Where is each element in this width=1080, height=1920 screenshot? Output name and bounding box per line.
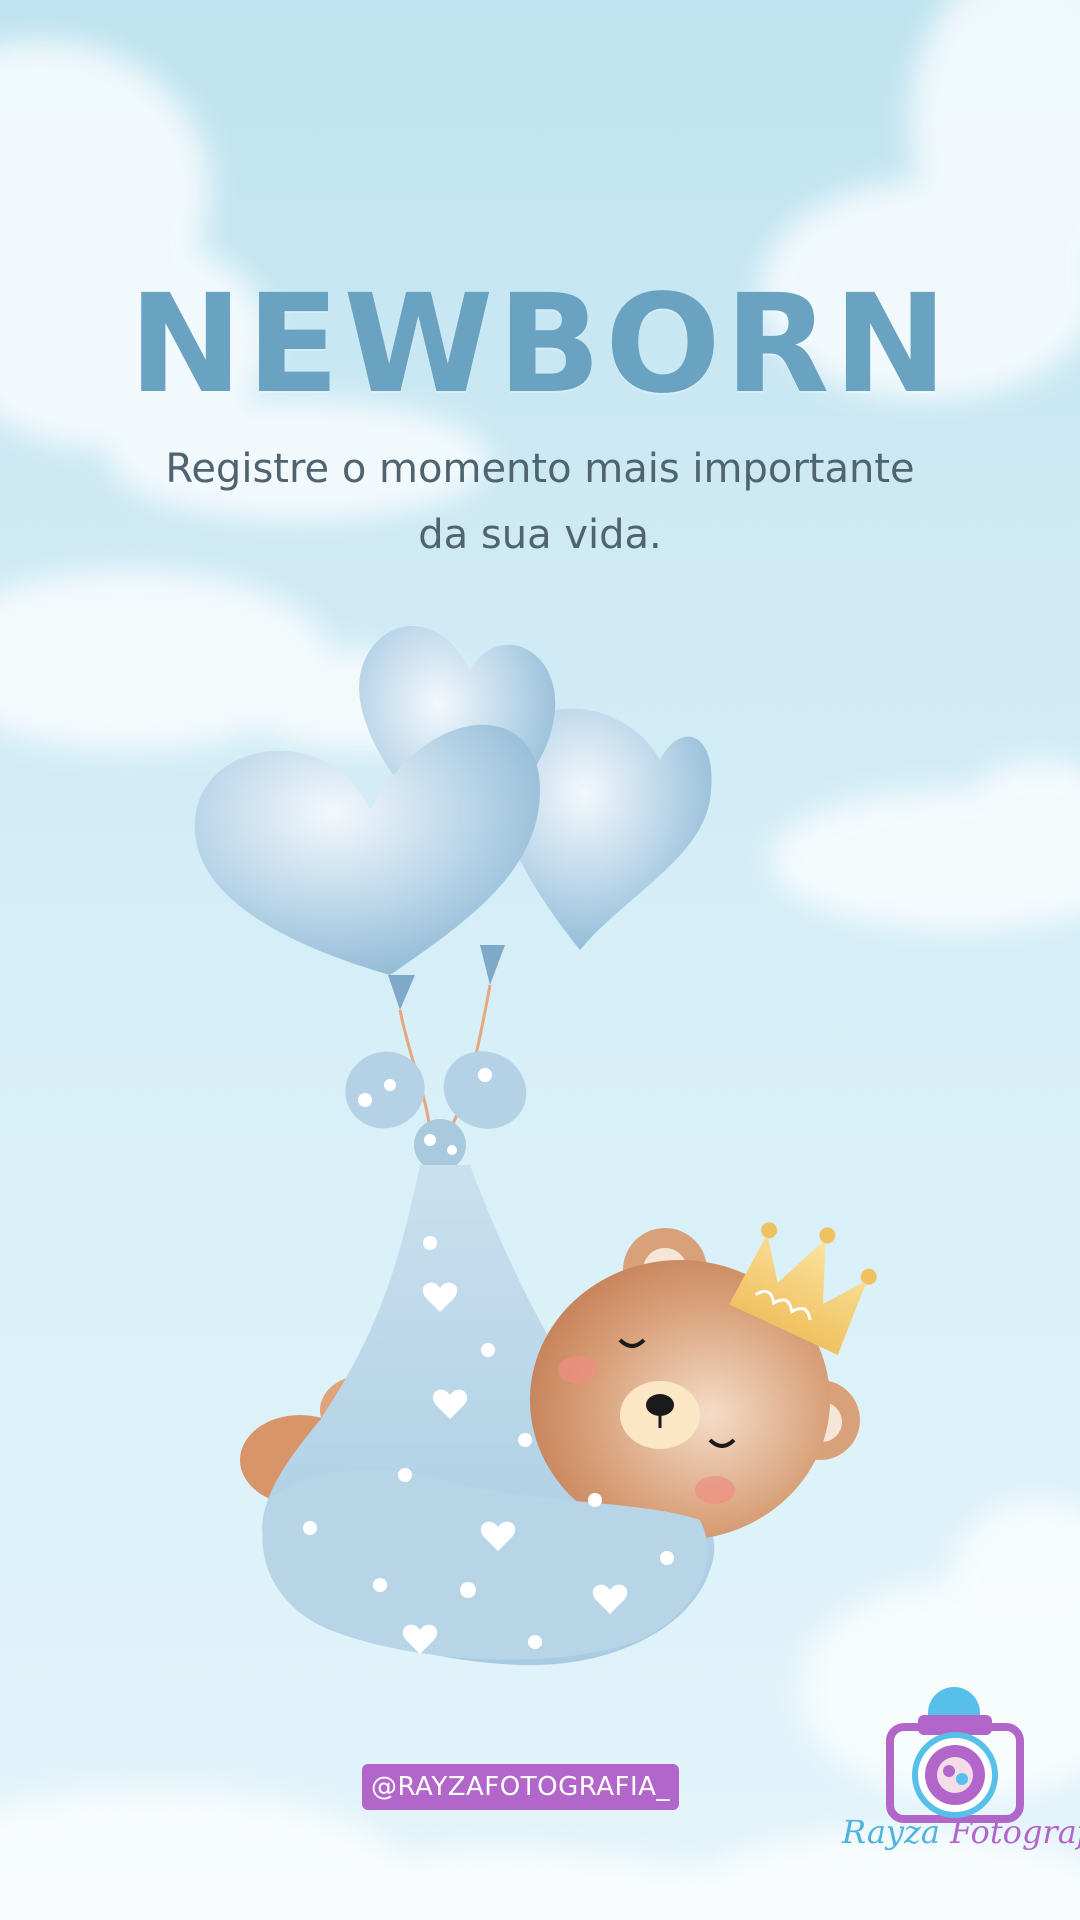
instagram-handle-badge: @RAYZAFOTOGRAFIA_ [362, 1764, 679, 1810]
heart-balloons-icon [194, 625, 712, 1131]
bear-illustration [194, 625, 877, 1666]
brand-logo-text: Rayza Fotografia [842, 1812, 1080, 1852]
brand-name-first: Rayza [842, 1813, 940, 1851]
brand-name-second: Fotografia [950, 1813, 1080, 1851]
